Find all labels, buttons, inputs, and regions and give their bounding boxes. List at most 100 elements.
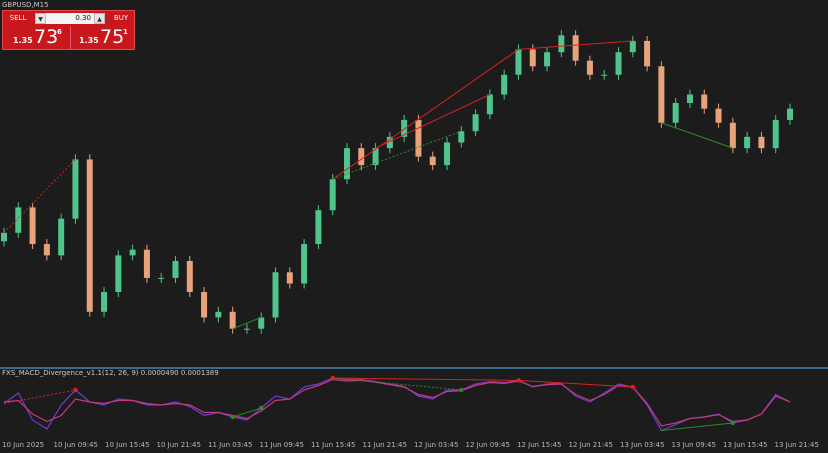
bearish-divergence-marker [73, 387, 78, 393]
candle [272, 272, 279, 318]
candle [258, 317, 265, 329]
candle [115, 255, 122, 293]
bid-price-button[interactable]: 1.35 73 6 [5, 26, 69, 49]
candle [429, 156, 436, 166]
time-axis-label: 10 Jun 09:45 [53, 441, 98, 449]
candle [43, 244, 50, 256]
bearish-divergence-marker [330, 375, 335, 381]
chevron-down-icon[interactable]: ▼ [35, 13, 46, 24]
bid-price-big: 73 [34, 26, 59, 48]
time-axis-label: 10 Jun 15:45 [105, 441, 150, 449]
candle [558, 35, 565, 53]
bearish-divergence-line [332, 48, 519, 180]
time-axis-label: 12 Jun 03:45 [414, 441, 459, 449]
candle [644, 40, 651, 67]
bearish-divergence-line [3, 159, 76, 234]
time-axis-label: 13 Jun 03:45 [620, 441, 665, 449]
candle [458, 131, 465, 143]
symbol-title: GBPUSD,M15 [2, 1, 49, 9]
candle [729, 122, 736, 149]
candle [229, 311, 236, 329]
candle [444, 142, 451, 166]
indicator-title: FXS_MACD_Divergence_v1.1(12, 26, 9) 0.00… [2, 369, 219, 377]
time-axis-label: 10 Jun 2025 [2, 441, 45, 449]
candle [58, 218, 65, 256]
candle [315, 210, 322, 245]
time-axis-label: 11 Jun 21:45 [362, 441, 407, 449]
lot-size-field[interactable]: ▼ 0.30 ▲ [35, 13, 105, 24]
candle [172, 261, 179, 278]
bid-price-prefix: 1.35 [13, 36, 33, 45]
time-axis-label: 12 Jun 21:45 [568, 441, 613, 449]
candle [201, 292, 208, 318]
candle [186, 261, 193, 293]
time-axis-label: 11 Jun 09:45 [259, 441, 304, 449]
time-axis-label: 11 Jun 03:45 [208, 441, 253, 449]
candle [215, 311, 222, 318]
time-axis-label: 11 Jun 15:45 [311, 441, 356, 449]
time-axis-label: 10 Jun 21:45 [156, 441, 201, 449]
chevron-up-icon[interactable]: ▲ [94, 13, 105, 24]
candle [586, 60, 593, 75]
bullish-divergence-marker [230, 414, 235, 420]
candle [86, 159, 93, 312]
time-axis-label: 13 Jun 21:45 [774, 441, 819, 449]
time-axis-label: 13 Jun 09:45 [671, 441, 716, 449]
indicator-divergence-line [232, 407, 262, 418]
candle [615, 52, 622, 75]
macd-indicator-pane[interactable] [0, 369, 828, 441]
candle [1, 232, 7, 242]
time-axis: 10 Jun 2025 10 Jun 09:45 10 Jun 15:45 10 Ju… [0, 441, 828, 453]
candle [143, 249, 150, 278]
candle [158, 277, 165, 279]
time-axis-label: 12 Jun 15:45 [517, 441, 562, 449]
candle [329, 179, 336, 211]
bullish-divergence-line [661, 122, 734, 149]
candle [501, 74, 508, 95]
candle [686, 94, 693, 103]
ask-price-prefix: 1.35 [79, 36, 99, 45]
candle [415, 119, 422, 157]
candle [243, 328, 250, 330]
signal-line [3, 378, 791, 427]
candle [486, 94, 493, 115]
bullish-divergence-marker [459, 387, 464, 393]
candle [544, 52, 551, 67]
ask-price-sup: 1 [123, 28, 128, 36]
candle [701, 94, 708, 109]
ask-price-button[interactable]: 1.35 75 1 [70, 26, 135, 49]
candle [715, 108, 722, 123]
sell-button[interactable]: SELL [5, 13, 31, 24]
bearish-divergence-marker [516, 378, 521, 383]
lot-size-value[interactable]: 0.30 [75, 13, 91, 24]
time-axis-label: 13 Jun 15:45 [723, 441, 768, 449]
bullish-divergence-marker [730, 420, 736, 426]
ask-price-big: 75 [100, 26, 125, 48]
candle [787, 108, 793, 120]
candle [515, 49, 522, 75]
bullish-divergence-marker [259, 405, 264, 411]
candle [629, 40, 636, 53]
bid-price-sup: 6 [57, 28, 62, 36]
candle [286, 272, 293, 284]
candle [758, 136, 765, 149]
buy-button[interactable]: BUY [108, 13, 134, 24]
time-axis-label: 12 Jun 09:45 [465, 441, 510, 449]
candle [358, 148, 365, 166]
candle [672, 103, 679, 123]
price-chart[interactable] [0, 0, 828, 366]
candle [101, 292, 108, 312]
bearish-divergence-marker [630, 384, 635, 390]
candle [572, 35, 579, 61]
candle [472, 114, 479, 132]
candle [129, 249, 136, 256]
candle [529, 49, 536, 67]
candle [744, 136, 751, 149]
candle [29, 207, 36, 245]
one-click-trading-panel: SELL ▼ 0.30 ▲ BUY 1.35 73 6 1.35 75 1 [2, 10, 135, 50]
candle [772, 119, 779, 149]
candle [301, 244, 308, 284]
candle [658, 66, 665, 123]
candle [72, 159, 79, 219]
candle [601, 74, 608, 76]
